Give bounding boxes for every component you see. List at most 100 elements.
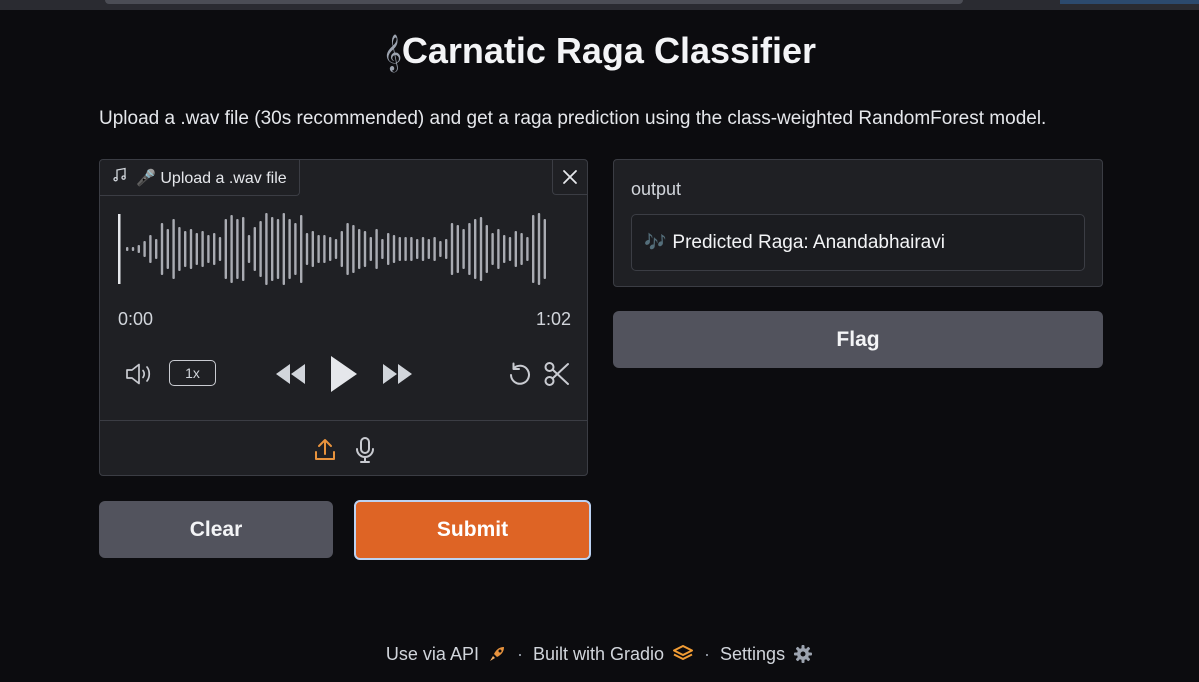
- waveform-bar: [398, 237, 401, 261]
- current-time: 0:00: [118, 309, 154, 329]
- waveform-bar: [346, 223, 349, 275]
- waveform-bar: [166, 229, 169, 269]
- microphone-source-button[interactable]: [350, 435, 380, 465]
- page-description: Upload a .wav file (30s recommended) and…: [99, 108, 1047, 129]
- footer-separator: ·: [516, 643, 523, 664]
- duration-time: 1:02: [535, 309, 571, 329]
- waveform-bar: [207, 235, 210, 263]
- waveform-bar: [450, 223, 454, 275]
- waveform-bar: [456, 225, 459, 273]
- top-scroll-pill: [105, 0, 963, 4]
- footer-separator: ·: [704, 643, 711, 664]
- waveform-bar: [433, 237, 436, 261]
- waveform-bar: [369, 237, 372, 261]
- waveform-bar: [213, 233, 216, 265]
- built-with-gradio-link[interactable]: Built with Gradio: [533, 644, 694, 665]
- gear-icon: [794, 645, 813, 663]
- waveform-bar: [317, 235, 320, 263]
- waveform-bar: [300, 215, 303, 283]
- waveform-bar: [288, 219, 291, 279]
- music-note-icon: [112, 167, 128, 188]
- waveform-bar: [201, 231, 204, 267]
- waveform-bar: [474, 219, 477, 279]
- audio-input-panel: 🎤 Upload a .wav file 0:00 1:02 1x: [99, 159, 588, 476]
- waveform-bar: [311, 231, 314, 267]
- waveform-bar: [137, 245, 140, 253]
- use-via-api-link[interactable]: Use via API: [386, 644, 507, 665]
- waveform-bar: [184, 231, 187, 267]
- play-button[interactable]: [326, 352, 360, 396]
- waveform-bar: [439, 241, 442, 257]
- waveform-bar: [479, 217, 483, 281]
- fast-forward-button[interactable]: [380, 359, 416, 389]
- waveform-bar: [172, 219, 175, 279]
- waveform-bar: [236, 219, 239, 279]
- waveform-bar: [532, 215, 535, 283]
- rewind-button[interactable]: [272, 359, 308, 389]
- flag-button[interactable]: Flag: [613, 311, 1103, 368]
- waveform-bar: [259, 221, 262, 277]
- waveform-bar: [352, 225, 355, 273]
- rewind-icon: [276, 364, 305, 384]
- waveform-bar: [242, 217, 245, 281]
- waveform-bar: [178, 227, 181, 271]
- rocket-icon: [489, 647, 504, 661]
- waveform-bar: [265, 213, 268, 285]
- waveform-bar: [230, 215, 233, 283]
- reset-button[interactable]: [504, 359, 536, 389]
- output-panel: output 🎶 Predicted Raga: Anandabhairavi: [613, 159, 1103, 287]
- waveform-bar: [224, 219, 227, 279]
- waveform-bar: [126, 247, 129, 251]
- settings-link[interactable]: Settings: [720, 644, 813, 665]
- waveform-bar: [247, 235, 251, 263]
- waveform-bar: [526, 237, 529, 261]
- output-label: output: [631, 179, 682, 199]
- waveform-bar: [143, 241, 146, 257]
- waveform-bar: [155, 239, 158, 259]
- playhead[interactable]: [118, 214, 121, 284]
- waveform-bar: [485, 225, 488, 273]
- waveform-bar: [381, 239, 384, 259]
- waveform-bar: [375, 229, 378, 269]
- waveform-bar: [323, 235, 326, 263]
- page-footer: Use via API · Built with Gradio · Settin…: [0, 641, 1199, 667]
- gradio-logo-icon: [673, 645, 694, 660]
- audio-label-text: 🎤 Upload a .wav file: [136, 169, 287, 187]
- volume-icon: [126, 363, 151, 385]
- waveform-bar: [387, 233, 390, 265]
- audio-waveform[interactable]: [116, 212, 572, 286]
- waveform-bar: [537, 213, 541, 285]
- waveform-bar: [305, 233, 309, 265]
- musical-score-icon: 𝄞: [382, 34, 402, 70]
- volume-button[interactable]: [124, 360, 156, 388]
- playback-speed-button[interactable]: 1x: [169, 360, 216, 386]
- waveform-bar: [294, 223, 297, 275]
- waveform-bar: [410, 237, 413, 261]
- waveform-bar: [160, 223, 164, 275]
- waveform-bar: [329, 237, 332, 261]
- waveform-bar: [282, 213, 285, 285]
- clear-audio-button[interactable]: [552, 160, 587, 195]
- waveform-bar: [253, 227, 256, 271]
- waveform-bar: [468, 223, 471, 275]
- clear-button[interactable]: Clear: [99, 501, 333, 558]
- output-textbox[interactable]: 🎶 Predicted Raga: Anandabhairavi: [631, 214, 1085, 271]
- waveform-bar: [363, 231, 367, 267]
- upload-source-button[interactable]: [310, 435, 340, 465]
- waveform-bar: [543, 219, 546, 279]
- audio-input-label: 🎤 Upload a .wav file: [100, 160, 300, 196]
- waveform-bar: [334, 239, 338, 259]
- waveform-bar: [340, 231, 343, 267]
- waveform-bar: [503, 235, 506, 263]
- waveform-bar: [514, 231, 517, 267]
- trim-button[interactable]: [542, 359, 572, 389]
- submit-button[interactable]: Submit: [354, 500, 591, 560]
- waveform-bar: [392, 235, 396, 263]
- waveform-bar: [445, 239, 448, 259]
- play-icon: [331, 356, 357, 392]
- waveform-bar: [189, 229, 193, 269]
- waveform-bar: [491, 233, 494, 265]
- waveform-bar: [218, 237, 222, 261]
- fast-forward-icon: [383, 364, 412, 384]
- close-icon: [563, 170, 577, 184]
